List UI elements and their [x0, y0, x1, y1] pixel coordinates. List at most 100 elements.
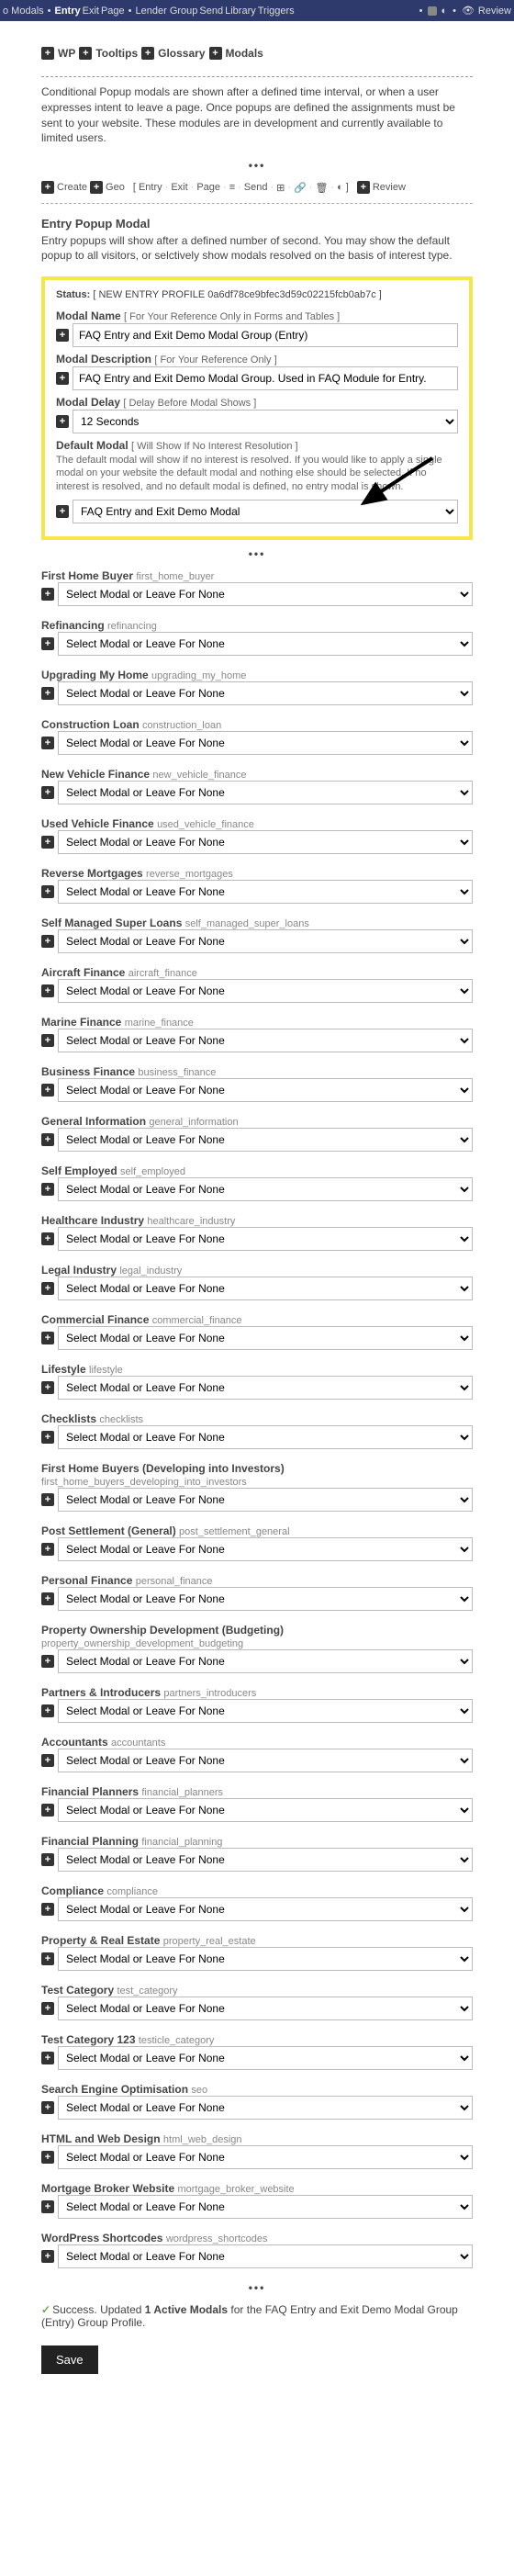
toolbar-glyph-circle[interactable]: ◐	[337, 182, 343, 193]
link-tooltips[interactable]: Tooltips	[95, 47, 138, 60]
expand-icon[interactable]: +	[41, 1232, 54, 1245]
interest-modal-select[interactable]: Select Modal or Leave For None	[58, 880, 473, 904]
create-icon[interactable]: +	[41, 181, 54, 194]
interest-modal-select[interactable]: Select Modal or Leave For None	[58, 1848, 473, 1872]
link-wp[interactable]: WP	[58, 47, 75, 60]
expand-icon[interactable]: +	[41, 687, 54, 700]
expand-icon[interactable]: +	[41, 1804, 54, 1817]
toolbar-glyph-rows[interactable]: ≡	[229, 182, 235, 193]
link-modals[interactable]: Modals	[226, 47, 263, 60]
interest-modal-select[interactable]: Select Modal or Leave For None	[58, 929, 473, 953]
save-button[interactable]: Save	[41, 2345, 98, 2374]
interest-modal-select[interactable]: Select Modal or Leave For None	[58, 582, 473, 606]
nav-send[interactable]: Send	[199, 6, 223, 17]
expand-icon[interactable]: +	[41, 1493, 54, 1506]
expand-icon[interactable]: +	[41, 1704, 54, 1717]
expand-icon[interactable]: +	[41, 935, 54, 948]
expand-icon[interactable]: +	[56, 505, 69, 518]
interest-modal-select[interactable]: Select Modal or Leave For None	[58, 1425, 473, 1449]
interest-modal-select[interactable]: Select Modal or Leave For None	[58, 2096, 473, 2120]
expand-icon[interactable]: +	[41, 836, 54, 849]
modal-desc-input[interactable]	[73, 366, 458, 390]
expand-icon[interactable]: +	[41, 1133, 54, 1146]
plus-icon[interactable]: +	[209, 47, 222, 60]
expand-icon[interactable]: +	[41, 885, 54, 898]
toolbar-page[interactable]: Page	[196, 182, 220, 193]
expand-icon[interactable]: +	[41, 786, 54, 799]
expand-icon[interactable]: +	[41, 1655, 54, 1668]
interest-modal-select[interactable]: Select Modal or Leave For None	[58, 1699, 473, 1723]
plus-icon[interactable]: +	[141, 47, 154, 60]
nav-icon-circle[interactable]: ◐	[441, 6, 447, 17]
interest-modal-select[interactable]: Select Modal or Leave For None	[58, 1177, 473, 1201]
toolbar-entry[interactable]: Entry	[139, 182, 162, 193]
interest-modal-select[interactable]: Select Modal or Leave For None	[58, 1326, 473, 1350]
expand-icon[interactable]: +	[41, 2200, 54, 2213]
link-glossary[interactable]: Glossary	[158, 47, 205, 60]
interest-modal-select[interactable]: Select Modal or Leave For None	[58, 1587, 473, 1611]
interest-modal-select[interactable]: Select Modal or Leave For None	[58, 1227, 473, 1251]
toolbar-create[interactable]: Create	[57, 182, 87, 193]
nav-entry[interactable]: Entry	[55, 6, 81, 17]
expand-icon[interactable]: +	[41, 1431, 54, 1444]
interest-modal-select[interactable]: Select Modal or Leave For None	[58, 1997, 473, 2020]
expand-icon[interactable]: +	[41, 2151, 54, 2164]
interest-modal-select[interactable]: Select Modal or Leave For None	[58, 2145, 473, 2169]
nav-exit[interactable]: Exit	[83, 6, 99, 17]
default-modal-select[interactable]: FAQ Entry and Exit Demo Modal	[73, 500, 458, 523]
expand-icon[interactable]: +	[41, 1332, 54, 1344]
expand-icon[interactable]: +	[41, 1034, 54, 1047]
toolbar-send[interactable]: Send	[244, 182, 268, 193]
expand-icon[interactable]: +	[41, 1084, 54, 1097]
expand-icon[interactable]: +	[41, 1543, 54, 1556]
expand-icon[interactable]: +	[41, 1282, 54, 1295]
interest-modal-select[interactable]: Select Modal or Leave For None	[58, 1537, 473, 1561]
expand-icon[interactable]: +	[56, 415, 69, 428]
interest-modal-select[interactable]: Select Modal or Leave For None	[58, 781, 473, 804]
interest-modal-select[interactable]: Select Modal or Leave For None	[58, 1128, 473, 1152]
review-icon[interactable]: +	[357, 181, 370, 194]
nav-icon-eye[interactable]: 👁	[462, 5, 475, 17]
interest-modal-select[interactable]: Select Modal or Leave For None	[58, 1947, 473, 1971]
interest-modal-select[interactable]: Select Modal or Leave For None	[58, 830, 473, 854]
geo-icon[interactable]: +	[90, 181, 103, 194]
expand-icon[interactable]: +	[41, 637, 54, 650]
nav-page[interactable]: Page	[101, 6, 125, 17]
interest-modal-select[interactable]: Select Modal or Leave For None	[58, 1798, 473, 1822]
toolbar-glyph-grid[interactable]: ⊞	[276, 182, 285, 194]
toolbar-glyph-trash[interactable]: 🗑	[315, 182, 328, 194]
expand-icon[interactable]: +	[56, 329, 69, 342]
expand-icon[interactable]: +	[41, 2250, 54, 2263]
nav-review[interactable]: Review	[478, 6, 511, 17]
expand-icon[interactable]: +	[41, 2101, 54, 2114]
modal-name-input[interactable]	[73, 323, 458, 347]
nav-triggers[interactable]: Triggers	[258, 6, 295, 17]
interest-modal-select[interactable]: Select Modal or Leave For None	[58, 2195, 473, 2219]
nav-icon-1[interactable]	[428, 6, 437, 16]
expand-icon[interactable]: +	[41, 1754, 54, 1767]
interest-modal-select[interactable]: Select Modal or Leave For None	[58, 979, 473, 1003]
toolbar-review[interactable]: Review	[373, 182, 406, 193]
expand-icon[interactable]: +	[41, 1592, 54, 1605]
expand-icon[interactable]: +	[41, 1381, 54, 1394]
interest-modal-select[interactable]: Select Modal or Leave For None	[58, 1376, 473, 1400]
toolbar-geo[interactable]: Geo	[106, 182, 125, 193]
expand-icon[interactable]: +	[41, 2002, 54, 2015]
expand-icon[interactable]: +	[41, 1952, 54, 1965]
interest-modal-select[interactable]: Select Modal or Leave For None	[58, 1488, 473, 1512]
expand-icon[interactable]: +	[41, 737, 54, 749]
toolbar-exit[interactable]: Exit	[171, 182, 187, 193]
interest-modal-select[interactable]: Select Modal or Leave For None	[58, 632, 473, 656]
expand-icon[interactable]: +	[41, 1853, 54, 1866]
interest-modal-select[interactable]: Select Modal or Leave For None	[58, 1078, 473, 1102]
expand-icon[interactable]: +	[41, 588, 54, 601]
modal-delay-select[interactable]: 12 Seconds	[73, 410, 458, 433]
interest-modal-select[interactable]: Select Modal or Leave For None	[58, 1029, 473, 1052]
expand-icon[interactable]: +	[41, 2052, 54, 2064]
plus-icon[interactable]: +	[79, 47, 92, 60]
expand-icon[interactable]: +	[41, 1183, 54, 1196]
interest-modal-select[interactable]: Select Modal or Leave For None	[58, 681, 473, 705]
nav-library[interactable]: Library	[225, 6, 256, 17]
interest-modal-select[interactable]: Select Modal or Leave For None	[58, 2046, 473, 2070]
interest-modal-select[interactable]: Select Modal or Leave For None	[58, 1649, 473, 1673]
